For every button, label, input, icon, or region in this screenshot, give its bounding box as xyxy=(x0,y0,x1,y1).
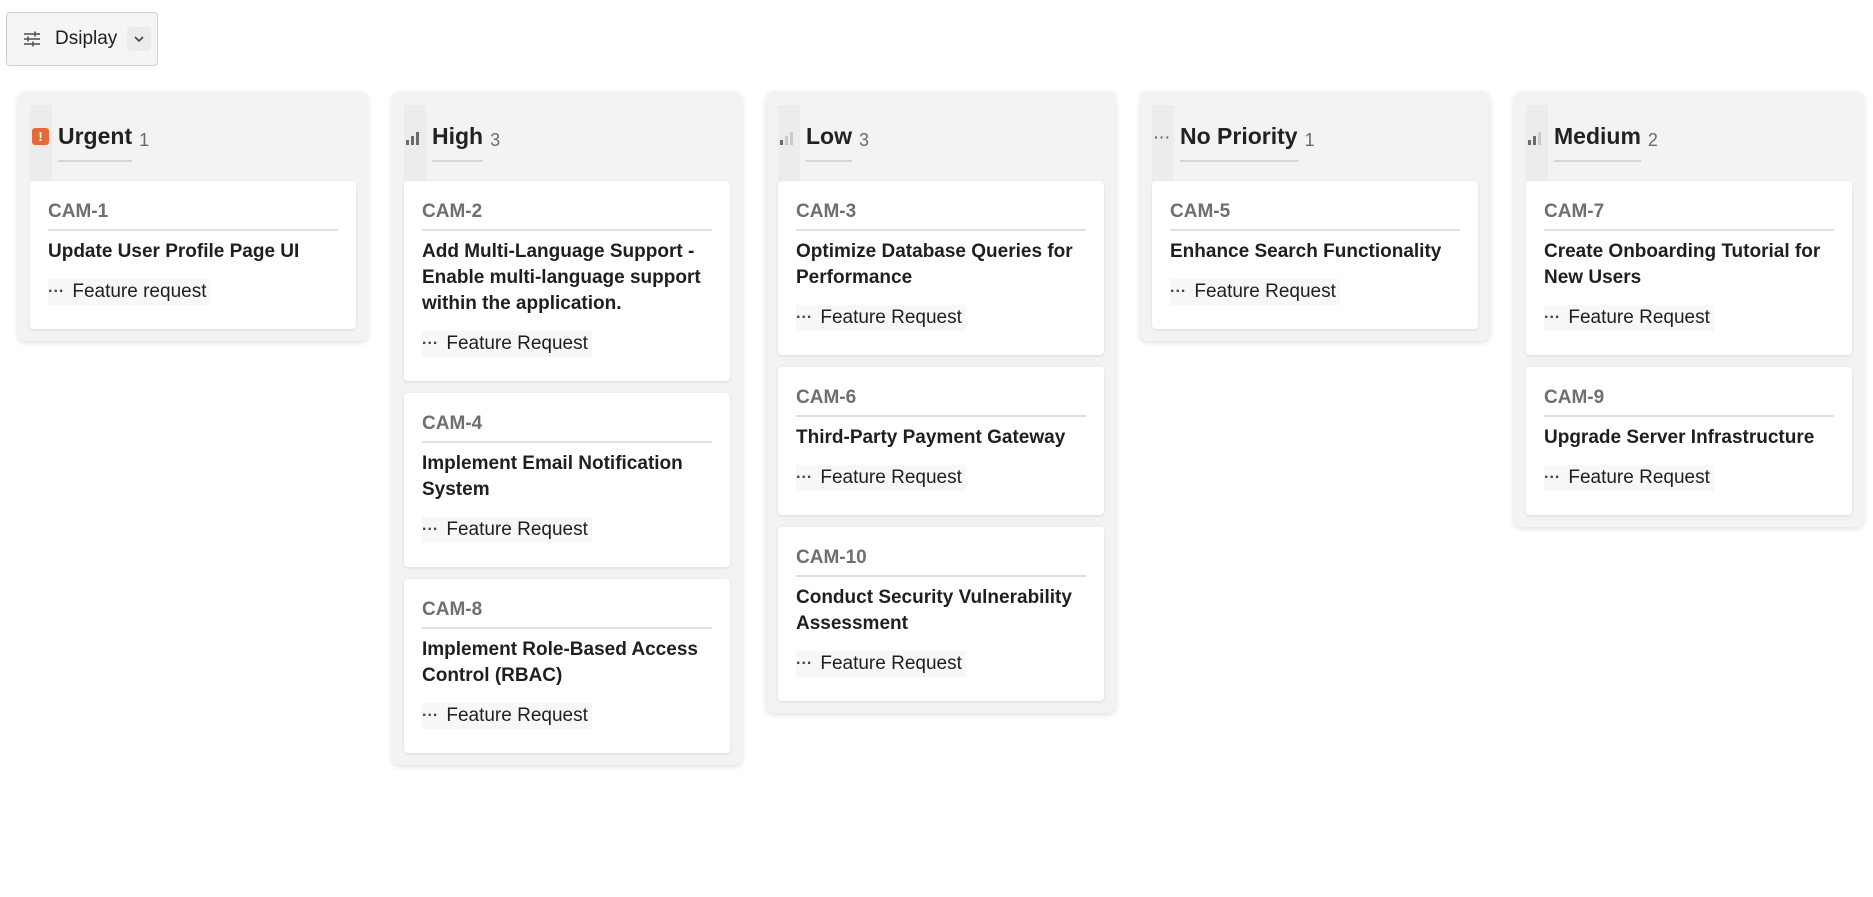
issue-tag-label: Feature Request xyxy=(1194,281,1336,302)
issue-tag[interactable]: ... Feature Request xyxy=(1170,279,1340,305)
issue-tag-label: Feature Request xyxy=(820,307,962,328)
issue-card[interactable]: CAM-4 Implement Email Notification Syste… xyxy=(404,393,730,567)
column-urgent: ! Urgent 1 CAM-1 Update User Profile Pag… xyxy=(18,91,368,341)
issue-title: Create Onboarding Tutorial for New Users xyxy=(1544,241,1821,288)
issue-card[interactable]: CAM-2 Add Multi-Language Support - Enabl… xyxy=(404,181,730,381)
issue-tag[interactable]: ... Feature Request xyxy=(796,465,966,491)
issue-tag-label: Feature Request xyxy=(1568,307,1710,328)
issue-tag[interactable]: ... Feature Request xyxy=(796,651,966,677)
issue-card[interactable]: CAM-10 Conduct Security Vulnerability As… xyxy=(778,527,1104,701)
column-count: 3 xyxy=(859,129,870,150)
issue-tag-label: Feature Request xyxy=(446,333,588,354)
column-title: Medium xyxy=(1554,123,1641,162)
more-icon: ... xyxy=(796,465,813,482)
column-count: 2 xyxy=(1647,129,1658,150)
display-button-label: Dsiplay xyxy=(55,28,118,49)
more-icon: ... xyxy=(48,279,65,296)
issue-title: Add Multi-Language Support - Enable mult… xyxy=(422,241,701,314)
issue-id: CAM-1 xyxy=(48,201,338,231)
issue-id: CAM-4 xyxy=(422,413,712,443)
more-icon: ... xyxy=(422,703,439,720)
issue-card[interactable]: CAM-1 Update User Profile Page UI ... Fea… xyxy=(30,181,356,329)
display-button[interactable]: Dsiplay xyxy=(6,12,158,66)
more-icon: ... xyxy=(1544,465,1561,482)
column-header: Low 3 xyxy=(778,91,1104,181)
issue-card[interactable]: CAM-9 Upgrade Server Infrastructure ... F… xyxy=(1526,367,1852,515)
issue-id: CAM-3 xyxy=(796,201,1086,231)
issue-tag[interactable]: ... Feature Request xyxy=(796,305,966,331)
issue-card[interactable]: CAM-5 Enhance Search Functionality ... Fe… xyxy=(1152,181,1478,329)
sliders-icon xyxy=(24,31,40,47)
more-icon: ... xyxy=(422,517,439,534)
urgent-icon: ! xyxy=(32,128,49,145)
column-title: Urgent xyxy=(58,123,133,162)
issue-title: Enhance Search Functionality xyxy=(1170,241,1442,262)
issue-id: CAM-10 xyxy=(796,547,1086,577)
priority-medium-icon xyxy=(1528,131,1541,145)
issue-title: Implement Email Notification System xyxy=(422,453,683,500)
more-icon: ... xyxy=(422,331,439,348)
issue-id: CAM-6 xyxy=(796,387,1086,417)
column-low: Low 3 CAM-3 Optimize Database Queries fo… xyxy=(766,91,1116,713)
issue-tag-label: Feature Request xyxy=(820,653,962,674)
column-header: ··· No Priority 1 xyxy=(1152,91,1478,181)
issue-tag[interactable]: ... Feature Request xyxy=(422,331,592,357)
issue-card[interactable]: CAM-6 Third-Party Payment Gateway ... Fea… xyxy=(778,367,1104,515)
column-header: Medium 2 xyxy=(1526,91,1852,181)
column-medium: Medium 2 CAM-7 Create Onboarding Tutoria… xyxy=(1514,91,1864,527)
issue-title: Upgrade Server Infrastructure xyxy=(1544,427,1815,448)
column-high: High 3 CAM-2 Add Multi-Language Support … xyxy=(392,91,742,765)
issue-id: CAM-7 xyxy=(1544,201,1834,231)
issue-tag[interactable]: ... Feature request xyxy=(48,279,211,305)
column-count: 1 xyxy=(1304,129,1315,150)
column-count: 1 xyxy=(139,129,150,150)
issue-tag[interactable]: ... Feature Request xyxy=(422,703,592,729)
issue-tag-label: Feature Request xyxy=(1568,467,1710,488)
issue-id: CAM-5 xyxy=(1170,201,1460,231)
column-title: High xyxy=(432,123,484,162)
column-count: 3 xyxy=(490,129,501,150)
column-no-priority: ··· No Priority 1 CAM-5 Enhance Search F… xyxy=(1140,91,1490,341)
column-title: No Priority xyxy=(1180,123,1298,162)
more-icon: ... xyxy=(1170,279,1187,296)
issue-card[interactable]: CAM-7 Create Onboarding Tutorial for New… xyxy=(1526,181,1852,355)
issue-id: CAM-9 xyxy=(1544,387,1834,417)
issue-title: Update User Profile Page UI xyxy=(48,241,300,262)
issue-card[interactable]: CAM-3 Optimize Database Queries for Perf… xyxy=(778,181,1104,355)
issue-tag[interactable]: ... Feature Request xyxy=(1544,305,1714,331)
more-icon: ... xyxy=(796,651,813,668)
issue-id: CAM-8 xyxy=(422,599,712,629)
issue-tag-label: Feature request xyxy=(72,281,207,302)
issue-tag-label: Feature Request xyxy=(446,519,588,540)
priority-low-icon xyxy=(780,131,793,145)
issue-tag[interactable]: ... Feature Request xyxy=(422,517,592,543)
column-header: ! Urgent 1 xyxy=(30,91,356,181)
issue-title: Implement Role-Based Access Control (RBA… xyxy=(422,639,698,686)
issue-title: Conduct Security Vulnerability Assessmen… xyxy=(796,587,1072,634)
no-priority-icon: ··· xyxy=(1154,129,1171,145)
issue-title: Optimize Database Queries for Performanc… xyxy=(796,241,1073,288)
issue-card[interactable]: CAM-8 Implement Role-Based Access Contro… xyxy=(404,579,730,753)
issue-id: CAM-2 xyxy=(422,201,712,231)
more-icon: ... xyxy=(796,305,813,322)
column-title: Low xyxy=(806,123,852,162)
issue-title: Third-Party Payment Gateway xyxy=(796,427,1066,448)
issue-tag-label: Feature Request xyxy=(446,705,588,726)
column-header: High 3 xyxy=(404,91,730,181)
more-icon: ... xyxy=(1544,305,1561,322)
kanban-board: ! Urgent 1 CAM-1 Update User Profile Pag… xyxy=(18,91,1864,765)
issue-tag[interactable]: ... Feature Request xyxy=(1544,465,1714,491)
priority-high-icon xyxy=(406,131,419,145)
issue-tag-label: Feature Request xyxy=(820,467,962,488)
chevron-down-icon[interactable] xyxy=(127,27,152,51)
